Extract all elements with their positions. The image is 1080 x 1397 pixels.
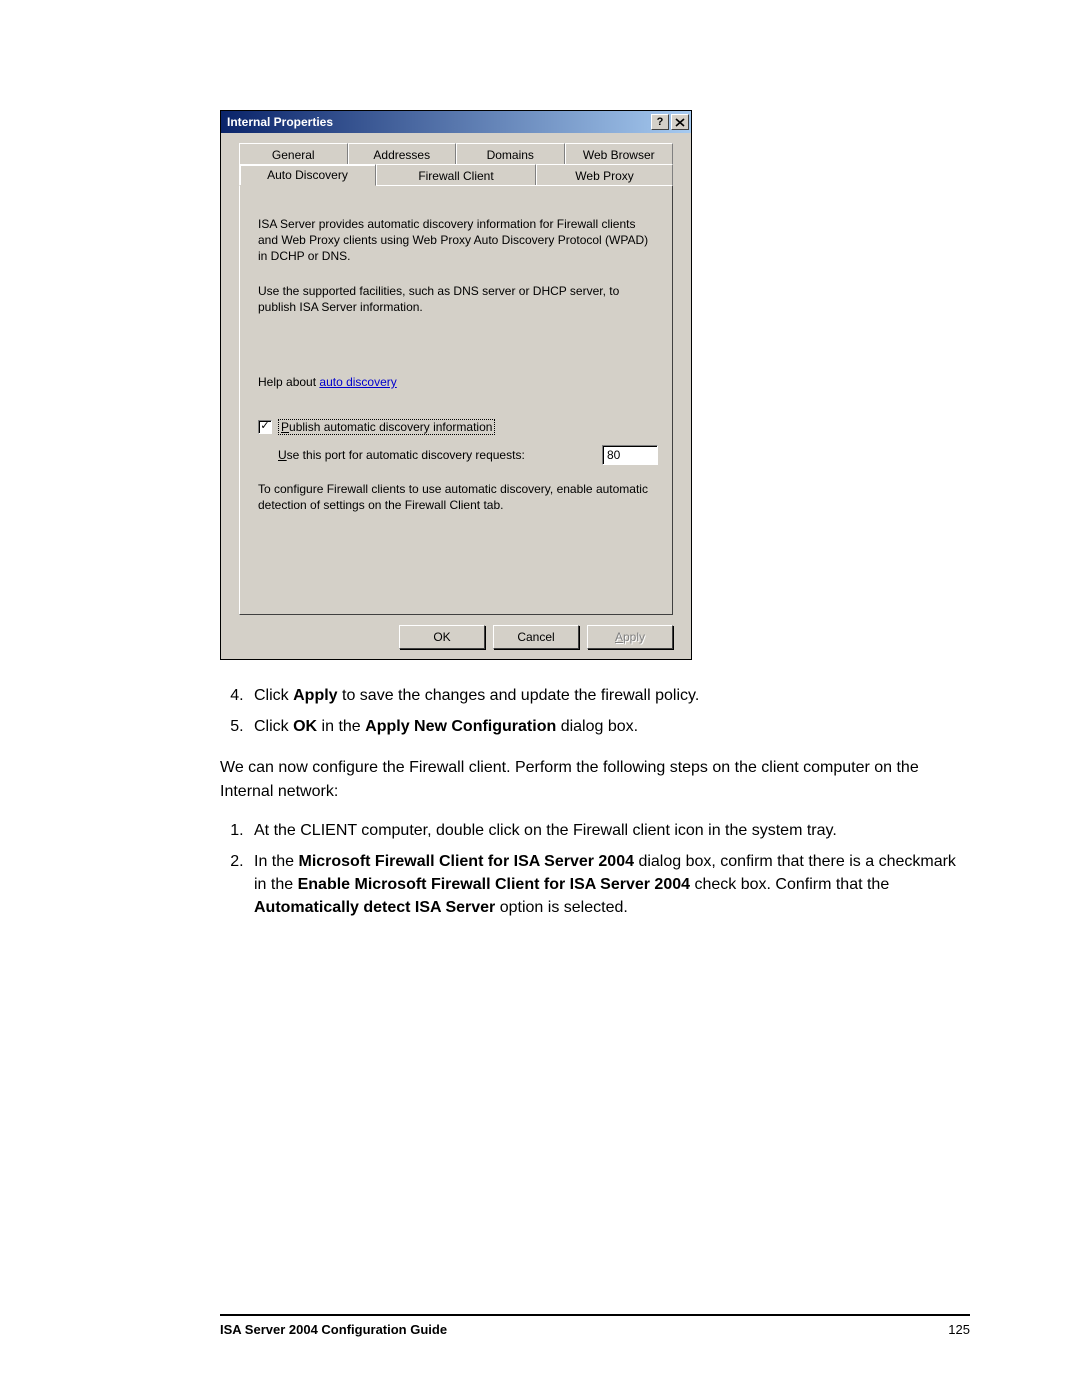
- checkbox-icon[interactable]: ✓: [258, 420, 272, 434]
- help-prefix: Help about: [258, 375, 319, 389]
- client-step-2: In the Microsoft Firewall Client for ISA…: [248, 850, 970, 920]
- publish-checkbox-label: Publish automatic discovery information: [278, 419, 495, 435]
- apply-button[interactable]: Apply: [587, 625, 673, 649]
- port-label: Use this port for automatic discovery re…: [278, 448, 525, 462]
- internal-properties-dialog: Internal Properties ? General Addresses …: [220, 110, 692, 660]
- steps-list-1-2: At the CLIENT computer, double click on …: [220, 819, 970, 920]
- tab-auto-discovery[interactable]: Auto Discovery: [239, 164, 376, 186]
- description-text-3: To configure Firewall clients to use aut…: [258, 481, 654, 513]
- tab-domains[interactable]: Domains: [456, 143, 565, 165]
- footer-page-number: 125: [948, 1322, 970, 1337]
- tab-web-browser[interactable]: Web Browser: [565, 143, 674, 165]
- cancel-button[interactable]: Cancel: [493, 625, 579, 649]
- publish-checkbox-row[interactable]: ✓ Publish automatic discovery informatio…: [258, 419, 654, 435]
- steps-list-4-5: Click Apply to save the changes and upda…: [220, 684, 970, 738]
- footer-title: ISA Server 2004 Configuration Guide: [220, 1322, 447, 1337]
- dialog-button-row: OK Cancel Apply: [229, 625, 683, 649]
- titlebar[interactable]: Internal Properties ?: [221, 111, 691, 133]
- tab-panel-auto-discovery: ISA Server provides automatic discovery …: [239, 185, 673, 615]
- close-icon[interactable]: [671, 114, 689, 130]
- intro-paragraph: We can now configure the Firewall client…: [220, 756, 970, 802]
- auto-discovery-link[interactable]: auto discovery: [319, 375, 396, 389]
- description-text-2: Use the supported facilities, such as DN…: [258, 283, 654, 315]
- document-body: Click Apply to save the changes and upda…: [220, 684, 970, 920]
- step-4: Click Apply to save the changes and upda…: [248, 684, 970, 707]
- dialog-title: Internal Properties: [227, 115, 649, 129]
- ok-button[interactable]: OK: [399, 625, 485, 649]
- page-footer: ISA Server 2004 Configuration Guide 125: [220, 1314, 970, 1337]
- tab-control: General Addresses Domains Web Browser Au…: [239, 143, 673, 615]
- help-line: Help about auto discovery: [258, 375, 654, 389]
- port-input[interactable]: [602, 445, 658, 465]
- tab-web-proxy[interactable]: Web Proxy: [536, 164, 673, 186]
- tab-general[interactable]: General: [239, 143, 348, 165]
- tab-addresses[interactable]: Addresses: [348, 143, 457, 165]
- client-step-1: At the CLIENT computer, double click on …: [248, 819, 970, 842]
- description-text-1: ISA Server provides automatic discovery …: [258, 216, 654, 265]
- tab-firewall-client[interactable]: Firewall Client: [376, 164, 536, 186]
- help-icon[interactable]: ?: [651, 114, 669, 130]
- step-5: Click OK in the Apply New Configuration …: [248, 715, 970, 738]
